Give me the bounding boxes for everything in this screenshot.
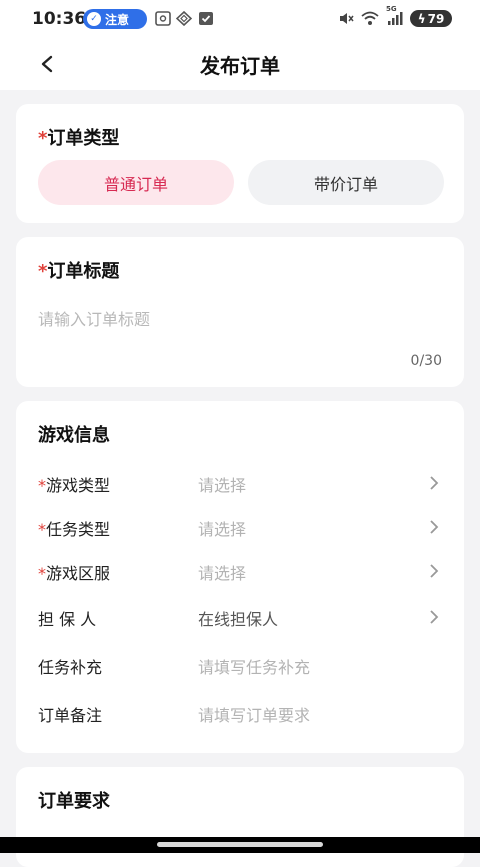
order-remark-input[interactable]: 请填写订单要求 — [198, 702, 310, 726]
download-check-icon — [199, 12, 213, 25]
guarantor-row[interactable]: 担 保 人 在线担保人 — [16, 595, 464, 639]
notice-badge: ✓ 注意 — [83, 9, 147, 29]
status-time: 10:36 — [32, 9, 87, 29]
row-label: *游戏区服 — [38, 564, 111, 583]
notice-label: 注意 — [105, 12, 130, 27]
battery-level: 79 — [427, 11, 445, 26]
row-label: *游戏类型 — [38, 476, 111, 495]
page-title: 发布订单 — [200, 54, 280, 78]
chevron-right-icon — [430, 520, 439, 534]
game-info-card: 游戏信息 *游戏类型 请选择 *任务类型 请选择 *游戏区服 请选择 担 保 人… — [16, 401, 464, 753]
app-header: 发布订单 — [0, 38, 480, 90]
row-label: *任务类型 — [38, 520, 111, 539]
battery-indicator: ϟ 79 — [410, 10, 452, 27]
row-label: 订单备注 — [38, 706, 103, 725]
chevron-right-icon — [430, 610, 439, 624]
order-type-title: *订单类型 — [38, 124, 119, 150]
required-mark: * — [38, 261, 48, 282]
chevron-right-icon — [430, 564, 439, 578]
game-server-row[interactable]: *游戏区服 请选择 — [16, 549, 464, 593]
order-remark-row[interactable]: 订单备注 请填写订单要求 — [16, 691, 464, 735]
order-title-card: *订单标题 0/30 — [16, 237, 464, 387]
task-supplement-input[interactable]: 请填写任务补充 — [198, 654, 310, 678]
scan-icon — [155, 11, 171, 26]
required-mark: * — [38, 128, 48, 149]
check-icon: ✓ — [87, 12, 101, 26]
order-title-label: 订单标题 — [47, 261, 120, 282]
order-title-heading: *订单标题 — [38, 257, 119, 283]
priced-order-button[interactable]: 带价订单 — [248, 160, 444, 205]
game-type-row[interactable]: *游戏类型 请选择 — [16, 461, 464, 505]
order-requirements-title: 订单要求 — [38, 791, 110, 812]
order-type-label: 订单类型 — [47, 128, 120, 149]
row-value: 请选择 — [198, 476, 247, 495]
row-value: 请选择 — [198, 564, 247, 583]
row-value: 请选择 — [198, 520, 247, 539]
status-right-group: 5G ϟ 79 — [338, 5, 452, 27]
task-type-row[interactable]: *任务类型 请选择 — [16, 505, 464, 549]
normal-order-button[interactable]: 普通订单 — [38, 160, 234, 205]
status-bar: 10:36 ✓ 注意 5G ϟ 79 — [0, 0, 480, 38]
diamond-icon — [176, 11, 192, 26]
order-type-card: *订单类型 普通订单 带价订单 — [16, 104, 464, 223]
charging-icon: ϟ — [417, 11, 426, 26]
signal-icon: 5G — [386, 5, 404, 26]
row-value: 在线担保人 — [198, 610, 279, 629]
task-supplement-row[interactable]: 任务补充 请填写任务补充 — [16, 643, 464, 687]
chevron-right-icon — [430, 476, 439, 490]
row-label: 任务补充 — [38, 658, 103, 677]
row-label: 担 保 人 — [38, 610, 97, 629]
home-indicator[interactable] — [157, 842, 323, 847]
char-counter: 0/30 — [410, 353, 442, 369]
wifi-icon — [361, 11, 379, 25]
mute-icon — [340, 13, 354, 24]
game-info-title: 游戏信息 — [38, 425, 110, 446]
order-title-input[interactable] — [38, 305, 438, 333]
